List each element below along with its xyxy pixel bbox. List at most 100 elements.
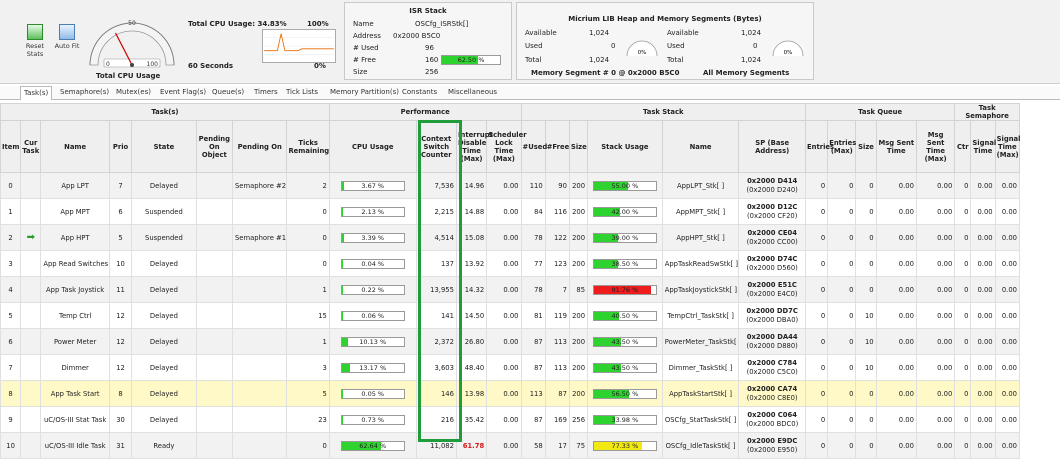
free-cell: 17 xyxy=(544,432,570,459)
col-stack-usage[interactable]: Stack Usage xyxy=(587,120,663,173)
col-used[interactable]: #Used xyxy=(520,120,547,173)
col-cpu-usage[interactable]: CPU Usage xyxy=(328,120,417,173)
tab-task-s[interactable]: Task(s) xyxy=(20,86,53,100)
col-scheduler-lock-time-max[interactable]: Scheduler Lock Time (Max) xyxy=(486,120,527,173)
table-row[interactable]: 2 ➡ App HPT 5 Suspended Semaphore #1 0 3.39 % 4,… xyxy=(0,224,1021,251)
stm-cell: 0.00 xyxy=(994,172,1021,199)
current-task-indicator xyxy=(20,276,42,303)
table-row[interactable]: 0 App LPT 7 Delayed Semaphore #2 2 3.67 % 7,536… xyxy=(0,172,1021,199)
stm-cell: 0.00 xyxy=(994,224,1021,251)
isr-used-value: 96 xyxy=(425,44,434,52)
col-size[interactable]: Size xyxy=(568,120,589,173)
qem-cell: 0 xyxy=(827,354,857,381)
ctr-cell: 0 xyxy=(954,380,972,407)
table-row[interactable]: 7 Dimmer 12 Delayed 3 13.17 % 3,603 48.40 0.00 87… xyxy=(0,354,1021,381)
tab-semaphore-s[interactable]: Semaphore(s) xyxy=(60,88,109,96)
col-ticks-remaining[interactable]: Ticks Remaining xyxy=(286,120,330,173)
refresh-icon xyxy=(27,24,43,40)
state-cell: Suspended xyxy=(131,224,197,251)
size-cell: 200 xyxy=(568,172,589,199)
size-cell: 200 xyxy=(568,198,589,225)
col-free[interactable]: #Free xyxy=(544,120,570,173)
col-sp-base-address[interactable]: SP (Base Address) xyxy=(738,120,806,173)
tab-memory-partition-s[interactable]: Memory Partition(s) xyxy=(330,88,399,96)
free-cell: 116 xyxy=(544,198,570,225)
sname-cell: AppLPT_Stk[ ] xyxy=(661,172,740,199)
pobj-cell xyxy=(195,328,233,355)
table-row[interactable]: 4 App Task Joystick 11 Delayed 1 0.22 % 13,955… xyxy=(0,276,1021,303)
sname-cell: AppHPT_Stk[ ] xyxy=(661,224,740,251)
col-state[interactable]: State xyxy=(131,120,197,173)
table-row[interactable]: 5 Temp Ctrl 12 Delayed 15 0.06 % 141 14.50 0.00 8… xyxy=(0,302,1021,329)
col-entries-max[interactable]: Entries (Max) xyxy=(827,120,857,173)
col-cur-task[interactable]: Cur Task xyxy=(20,120,42,173)
name-cell: uC/OS-III Idle Task xyxy=(40,432,110,459)
st-cell: 0.00 xyxy=(970,276,996,303)
stack-usage-bar: 43.50 % xyxy=(592,336,657,347)
col-msg-sent-time[interactable]: Msg Sent Time xyxy=(875,120,917,173)
col-prio[interactable]: Prio xyxy=(108,120,133,173)
sch-cell: 0.00 xyxy=(486,276,522,303)
col-entries[interactable]: Entries xyxy=(804,120,834,173)
stack-usage-cell: 55.00 % xyxy=(587,172,663,199)
qs-cell: 10 xyxy=(855,354,877,381)
col-pending-on[interactable]: Pending On xyxy=(231,120,288,173)
seg-used-value: 0 xyxy=(611,42,616,50)
col-size[interactable]: Size xyxy=(855,120,877,173)
gauge-label: Total CPU Usage xyxy=(96,72,161,80)
col-name[interactable]: Name xyxy=(40,120,110,173)
col-pending-on-object[interactable]: Pending On Object xyxy=(195,120,233,173)
qem-cell: 0 xyxy=(827,198,857,225)
ctr-cell: 0 xyxy=(954,432,972,459)
qem-cell: 0 xyxy=(827,224,857,251)
table-row[interactable]: 1 App MPT 6 Suspended 0 2.13 % 2,215 14.88 0.00 8… xyxy=(0,198,1021,225)
item-cell: 10 xyxy=(0,432,22,459)
col-ctr[interactable]: Ctr xyxy=(954,120,972,173)
qem-cell: 0 xyxy=(827,302,857,329)
qe-cell: 0 xyxy=(804,432,829,459)
reset-stats-button[interactable]: Reset Stats xyxy=(22,24,48,58)
col-item[interactable]: Item xyxy=(0,120,22,173)
auto-fit-button[interactable]: Auto Fit xyxy=(54,24,80,50)
size-cell: 200 xyxy=(568,354,589,381)
tab-tick-lists[interactable]: Tick Lists xyxy=(286,88,318,96)
table-row[interactable]: 6 Power Meter 12 Delayed 1 10.13 % 2,372 26.80 0… xyxy=(0,328,1021,355)
ticks-cell: 2 xyxy=(286,172,330,199)
name-cell: App Task Start xyxy=(40,380,110,407)
tab-timers[interactable]: Timers xyxy=(254,88,278,96)
table-row[interactable]: 9 uC/OS-III Stat Task 30 Delayed 23 0.73 % 216… xyxy=(0,406,1021,433)
sch-cell: 0.00 xyxy=(486,354,522,381)
cpu-usage-cell: 0.04 % xyxy=(328,250,417,277)
task-table: Task(s) Performance Task Stack Task Queu… xyxy=(0,103,1020,459)
qem-cell: 0 xyxy=(827,406,857,433)
cpu-usage-cell: 0.06 % xyxy=(328,302,417,329)
sname-cell: OSCfg_StatTaskStk[ ] xyxy=(661,406,740,433)
bar-text: 0.05 % xyxy=(361,389,385,398)
used-cell: 87 xyxy=(520,406,546,433)
table-row[interactable]: 3 App Read Switches 10 Delayed 0 0.04 % 137 13.… xyxy=(0,250,1021,277)
isr-address-key: Address xyxy=(353,32,381,40)
qs-cell: 0 xyxy=(855,224,877,251)
col-signal-time-max[interactable]: Signal Time (Max) xyxy=(994,120,1020,173)
col-signal-time[interactable]: Signal Time xyxy=(970,120,996,173)
col-msg-sent-time-max[interactable]: Msg Sent Time (Max) xyxy=(915,120,956,173)
bar-text: 13.17 % xyxy=(359,363,387,372)
qem-cell: 0 xyxy=(827,172,857,199)
sp-base-address: (0x2000 E4C0) xyxy=(746,289,798,298)
sp-base-address: (0x2000 BDC0) xyxy=(746,419,799,428)
col-name[interactable]: Name xyxy=(661,120,740,173)
sch-cell: 0.00 xyxy=(486,328,522,355)
stack-usage-cell: 40.50 % xyxy=(587,302,663,329)
tab-event-flag-s[interactable]: Event Flag(s) xyxy=(160,88,206,96)
isr-free-pct: 62.50 % xyxy=(457,56,485,64)
tab-miscellaneous[interactable]: Miscellaneous xyxy=(448,88,497,96)
tab-mutex-es[interactable]: Mutex(es) xyxy=(116,88,151,96)
table-row[interactable]: 8 App Task Start 8 Delayed 5 0.05 % 146 13.98 0.… xyxy=(0,380,1021,407)
tab-constants[interactable]: Constants xyxy=(402,88,437,96)
tab-queue-s[interactable]: Queue(s) xyxy=(212,88,244,96)
table-row[interactable]: 10 uC/OS-III Idle Task 31 Ready 0 62.64 % 11,0… xyxy=(0,432,1021,459)
qt-cell: 0.00 xyxy=(875,276,917,303)
ctr-cell: 0 xyxy=(954,172,972,199)
ticks-cell: 1 xyxy=(286,276,330,303)
state-cell: Delayed xyxy=(131,276,197,303)
